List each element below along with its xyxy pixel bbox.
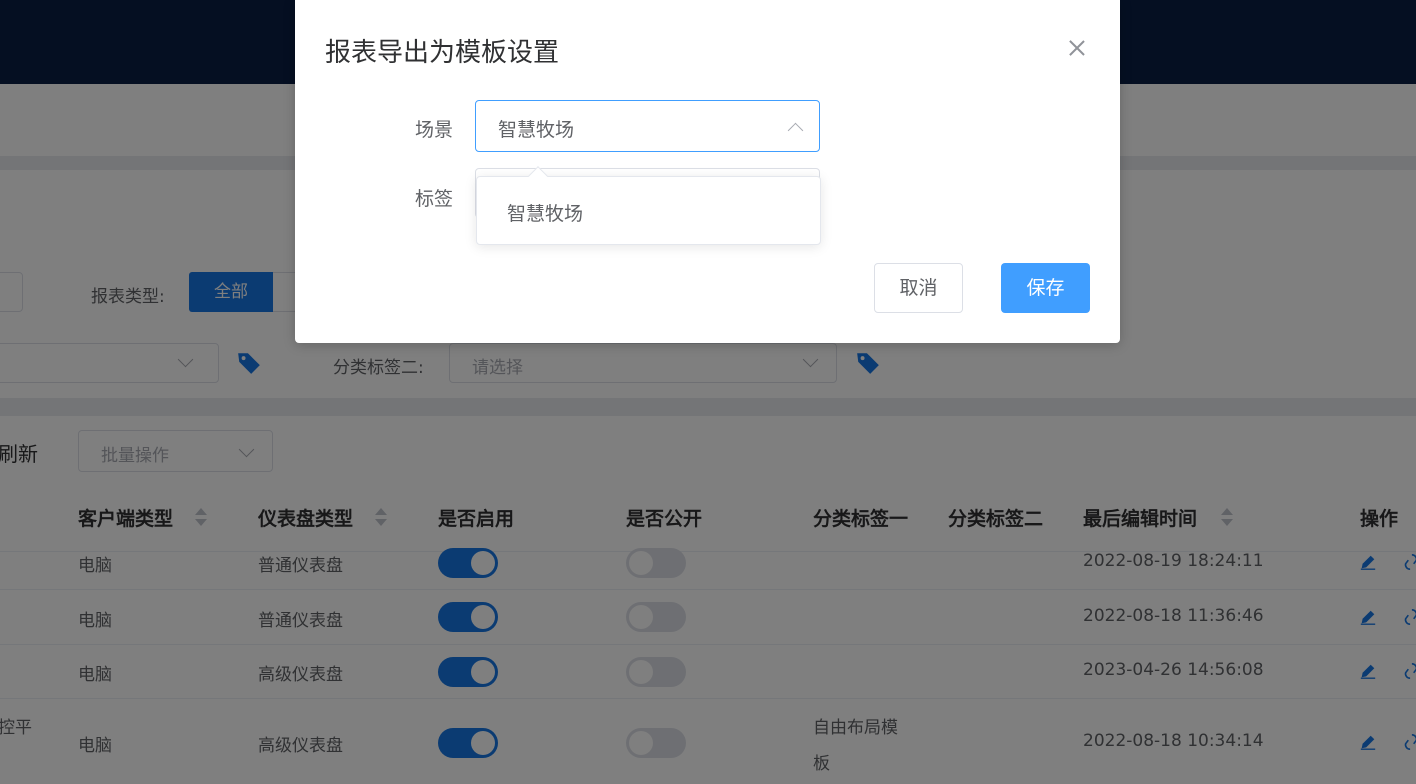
dropdown-option[interactable]: 智慧牧场 bbox=[507, 199, 583, 226]
cancel-button[interactable]: 取消 bbox=[874, 263, 963, 313]
scene-dropdown-menu: 智慧牧场 bbox=[476, 176, 821, 245]
scene-label: 场景 bbox=[415, 119, 454, 141]
scene-select[interactable]: 智慧牧场 bbox=[475, 100, 820, 152]
scene-select-value: 智慧牧场 bbox=[498, 119, 575, 141]
chevron-up-icon bbox=[787, 122, 804, 139]
dialog-title: 报表导出为模板设置 bbox=[325, 38, 560, 68]
tag-label: 标签 bbox=[415, 188, 454, 210]
close-icon[interactable] bbox=[1065, 36, 1089, 60]
export-template-dialog: 报表导出为模板设置 场景 智慧牧场 标签 取消 保存 bbox=[295, 0, 1120, 343]
save-button[interactable]: 保存 bbox=[1001, 263, 1090, 313]
